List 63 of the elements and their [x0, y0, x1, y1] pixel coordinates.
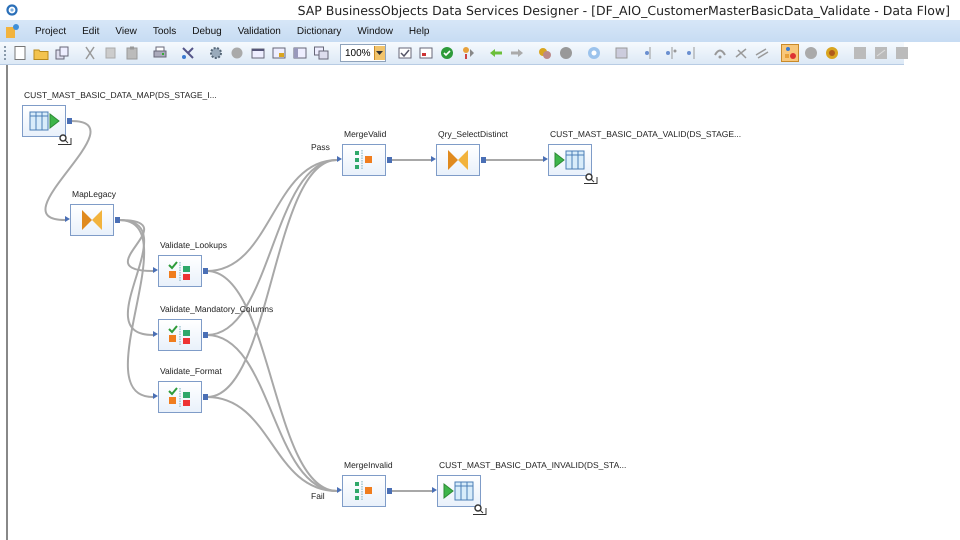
port-label: Pass — [311, 142, 330, 152]
output-port — [115, 217, 120, 223]
output-port — [481, 157, 486, 163]
input-port — [431, 156, 436, 162]
input-port — [153, 331, 158, 337]
flow-node[interactable] — [436, 144, 480, 176]
output-port — [387, 488, 392, 494]
flow-node[interactable] — [342, 475, 386, 507]
node-label: CUST_MAST_BASIC_DATA_INVALID(DS_STA... — [439, 460, 626, 470]
node-label: MapLegacy — [72, 189, 116, 199]
flow-node[interactable] — [22, 105, 66, 137]
input-port — [65, 216, 70, 222]
menu-item[interactable]: Dictionary — [296, 24, 342, 38]
flow-node[interactable] — [548, 144, 592, 176]
flowchart-icon[interactable] — [780, 44, 799, 62]
output-port — [203, 394, 208, 400]
magnifier-icon[interactable] — [473, 504, 487, 515]
input-port — [543, 156, 548, 162]
connector-line — [391, 159, 431, 161]
node-label: MergeValid — [344, 129, 386, 139]
connector-line — [485, 159, 543, 161]
connector-line — [391, 490, 432, 492]
input-port — [337, 487, 342, 493]
menu-item[interactable]: View — [114, 24, 138, 38]
output-port — [203, 268, 208, 274]
menu-item[interactable]: Tools — [152, 24, 178, 38]
app-icon — [6, 4, 18, 16]
windows-icon[interactable] — [312, 44, 330, 62]
node-label: Validate_Format — [160, 366, 222, 376]
caret-icon[interactable] — [376, 51, 384, 55]
pages-icon[interactable] — [53, 44, 71, 62]
menu-item[interactable]: Window — [356, 24, 394, 38]
input-port — [153, 393, 158, 399]
flow-node[interactable] — [158, 255, 202, 287]
output-port — [67, 118, 72, 124]
flow-node[interactable] — [158, 319, 202, 351]
node-label: CUST_MAST_BASIC_DATA_MAP(DS_STAGE_I... — [24, 90, 217, 100]
node-label: CUST_MAST_BASIC_DATA_VALID(DS_STAGE... — [550, 129, 742, 139]
node-label: MergeInvalid — [344, 460, 393, 470]
flow-node[interactable] — [342, 144, 386, 176]
output-port — [203, 332, 208, 338]
node-label: Validate_Lookups — [160, 240, 227, 250]
document-icon — [4, 23, 20, 39]
window-title: SAP BusinessObjects Data Services Designer - [DF_AIO_CustomerMasterBasicData_Validate - Data Flow] — [296, 2, 951, 18]
port-label: Fail — [311, 491, 325, 501]
menu-item[interactable]: Debug — [191, 24, 223, 38]
menu-item[interactable]: Validation — [236, 24, 282, 38]
zoom-combo[interactable]: 100% — [340, 44, 386, 62]
node-label: Validate_Mandatory_Columns — [160, 304, 274, 314]
menu-item[interactable]: Project — [34, 24, 68, 38]
magnifier-icon[interactable] — [58, 134, 72, 145]
flow-node[interactable] — [158, 381, 202, 413]
node-label: Qry_SelectDistinct — [438, 129, 508, 139]
menu-item[interactable]: Edit — [81, 24, 100, 38]
gear-icon[interactable] — [207, 44, 225, 62]
menu-item[interactable]: Help — [408, 24, 430, 38]
flow-node[interactable] — [70, 204, 114, 236]
flow-node[interactable] — [437, 475, 481, 507]
input-port — [432, 487, 437, 493]
output-port — [387, 157, 392, 163]
input-port — [337, 156, 342, 162]
magnifier-icon[interactable] — [584, 173, 598, 184]
input-port — [153, 267, 158, 273]
